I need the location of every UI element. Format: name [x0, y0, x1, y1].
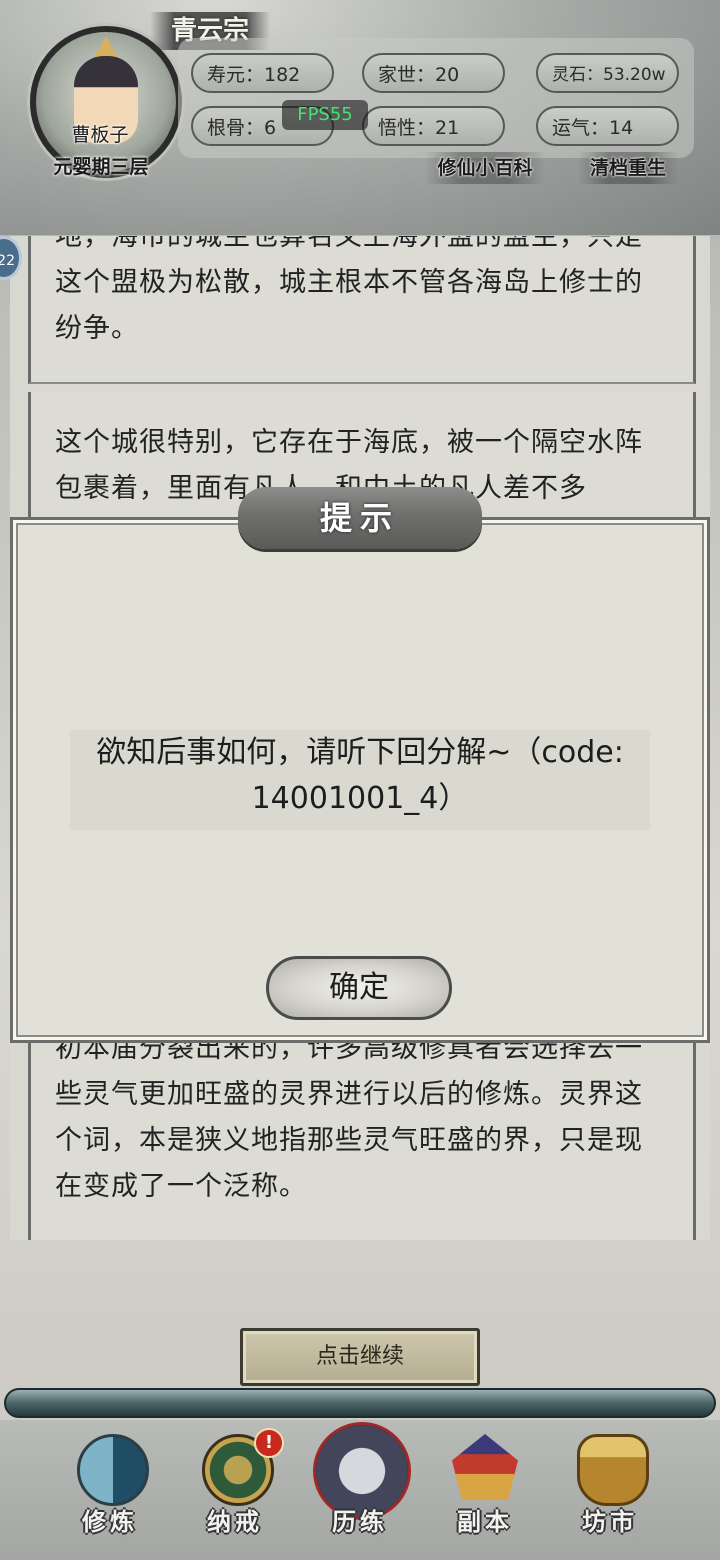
nav-market[interactable]: 坊市 — [555, 1430, 665, 1555]
bottom-nav: 修炼 ! 纳戒 历练 副本 坊市 — [0, 1420, 720, 1560]
encyclopedia-link[interactable]: 修仙小百科 — [425, 152, 545, 184]
nav-label: 纳戒 — [207, 1508, 263, 1536]
nav-label: 副本 — [457, 1508, 513, 1536]
stat-family: 家世：20 — [362, 53, 505, 93]
nav-dungeon[interactable]: 副本 — [430, 1430, 540, 1555]
nav-label: 修炼 — [82, 1508, 138, 1536]
restart-link[interactable]: 清档重生 — [578, 152, 678, 184]
stat-luck: 运气：14 — [536, 106, 679, 146]
dialog-message: 欲知后事如何，请听下回分解~（code: 14001001_4） — [70, 730, 650, 830]
crown-icon — [94, 36, 118, 58]
nav-adventure[interactable]: 历练 — [305, 1422, 415, 1555]
dialog-title-plaque: 提示 — [238, 487, 482, 549]
continue-button[interactable]: 点击继续 — [240, 1328, 480, 1386]
yin-yang-icon — [77, 1434, 149, 1506]
nav-cultivate[interactable]: 修炼 — [55, 1430, 165, 1555]
notification-badge: ! — [254, 1428, 284, 1458]
cauldron-icon — [577, 1434, 649, 1506]
nav-storage-ring[interactable]: ! 纳戒 — [180, 1428, 290, 1555]
stat-spirit-stones: 灵石：53.20w — [536, 53, 679, 93]
nav-label: 历练 — [332, 1508, 388, 1536]
header-bar: 曹板子 元婴期三层 青云宗 寿元：182 家世：20 灵石：53.20w 根骨：… — [0, 0, 720, 235]
stat-comprehension: 悟性：21 — [362, 106, 505, 146]
player-name: 曹板子 — [71, 124, 129, 146]
stat-lifespan: 寿元：182 — [191, 53, 334, 93]
pagoda-icon — [452, 1434, 518, 1500]
confirm-button[interactable]: 确定 — [266, 956, 452, 1020]
scroll-rod-divider — [4, 1388, 716, 1418]
story-paragraph: 地，海市的城主也算名义上海外盟的盟主，只是这个盟极为松散，城主根本不管各海岛上修… — [28, 236, 696, 384]
cultivation-realm: 元婴期三层 — [53, 156, 149, 178]
fps-counter: FPS55 — [282, 100, 368, 130]
dialog-title: 提示 — [319, 499, 400, 537]
story-paragraph: 初本届分裂出来的，许多高级修真者会选择去一些灵气更加旺盛的灵界进行以后的修炼。灵… — [28, 1026, 696, 1240]
nav-label: 坊市 — [582, 1508, 638, 1536]
